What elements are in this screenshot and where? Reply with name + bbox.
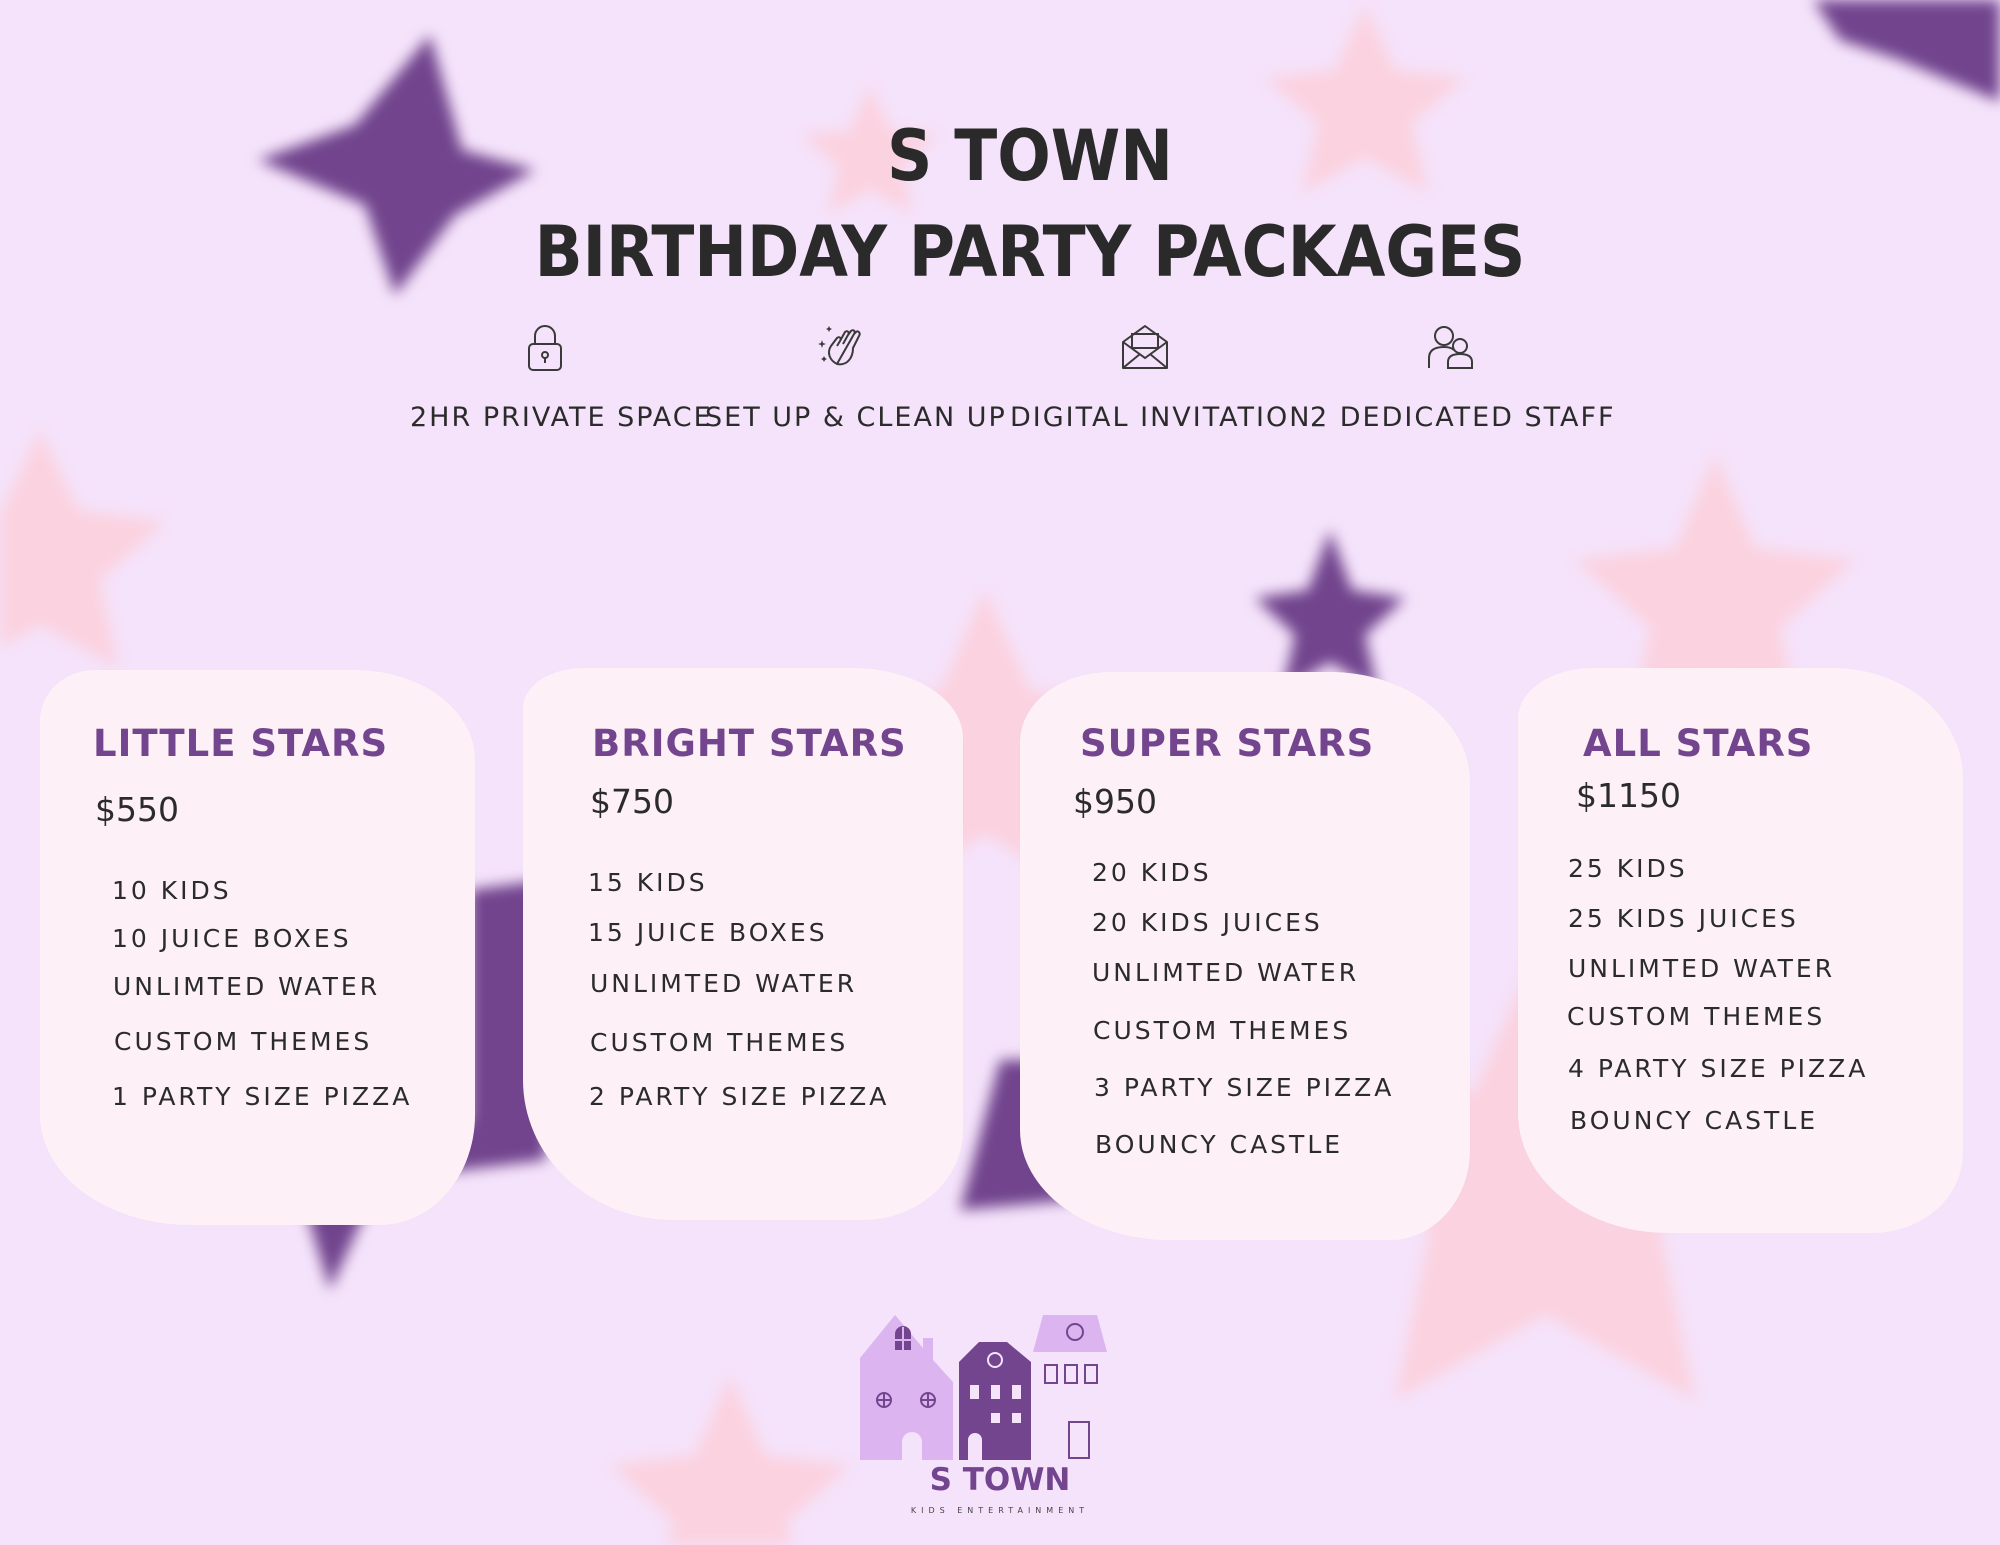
people-icon (1428, 326, 1473, 369)
cleaning-hand-icon (818, 326, 861, 366)
package-item: UNLIMTED WATER (1092, 958, 1360, 987)
package-item: 10 KIDS (112, 876, 232, 905)
package-price: $1150 (1576, 776, 1681, 815)
package-item: UNLIMTED WATER (1568, 954, 1836, 983)
package-item: 2 PARTY SIZE PIZZA (589, 1082, 890, 1111)
feature-private-space: 2HR PRIVATE SPACE (410, 320, 713, 433)
package-item: BOUNCY CASTLE (1570, 1106, 1819, 1135)
feature-digital-invitation: DIGITAL INVITATION (1010, 320, 1312, 433)
package-price: $550 (95, 790, 179, 829)
package-item: 15 JUICE BOXES (588, 918, 828, 947)
envelope-icon (1122, 325, 1168, 369)
package-item: 25 KIDS JUICES (1568, 904, 1799, 933)
package-item: UNLIMTED WATER (113, 972, 381, 1001)
package-item: UNLIMTED WATER (590, 969, 858, 998)
feature-label: 2HR PRIVATE SPACE (410, 402, 713, 433)
page-title-line-2: BIRTHDAY PARTY PACKAGES (534, 211, 1526, 293)
package-item: 15 KIDS (588, 868, 708, 897)
title-block: S TOWN BIRTHDAY PARTY PACKAGES (0, 108, 2000, 300)
package-item: CUSTOM THEMES (590, 1028, 849, 1057)
package-item: CUSTOM THEMES (1093, 1016, 1352, 1045)
logo-name: S TOWN (929, 1462, 1071, 1498)
package-item: 4 PARTY SIZE PIZZA (1568, 1054, 1869, 1083)
package-name: ALL STARS (1583, 722, 1814, 765)
package-item: 1 PARTY SIZE PIZZA (112, 1082, 413, 1111)
feature-label: DIGITAL INVITATION (1010, 402, 1312, 433)
package-item: 3 PARTY SIZE PIZZA (1094, 1073, 1395, 1102)
page-title-line-1: S TOWN (887, 115, 1173, 197)
houses-icon (860, 1315, 1107, 1463)
package-item: 10 JUICE BOXES (112, 924, 352, 953)
package-item: 20 KIDS (1092, 858, 1212, 887)
feature-dedicated-staff: 2 DEDICATED STAFF (1310, 320, 1616, 433)
package-item: BOUNCY CASTLE (1095, 1130, 1344, 1159)
package-price: $950 (1073, 782, 1157, 821)
logo-tagline: KIDS ENTERTAINMENT (910, 1506, 1090, 1515)
feature-label: SET UP & CLEAN UP (705, 402, 1007, 433)
feature-setup-cleanup: SET UP & CLEAN UP (705, 320, 1007, 433)
package-name: LITTLE STARS (93, 722, 389, 765)
package-item: 20 KIDS JUICES (1092, 908, 1323, 937)
lock-icon (528, 325, 562, 371)
feature-label: 2 DEDICATED STAFF (1310, 402, 1616, 433)
package-name: BRIGHT STARS (592, 722, 907, 765)
package-item: CUSTOM THEMES (114, 1027, 373, 1056)
s-town-logo: S TOWN KIDS ENTERTAINMENT (855, 1310, 1145, 1520)
package-price: $750 (590, 782, 674, 821)
package-item: 25 KIDS (1568, 854, 1688, 883)
package-name: SUPER STARS (1080, 722, 1375, 765)
package-item: CUSTOM THEMES (1567, 1002, 1826, 1031)
